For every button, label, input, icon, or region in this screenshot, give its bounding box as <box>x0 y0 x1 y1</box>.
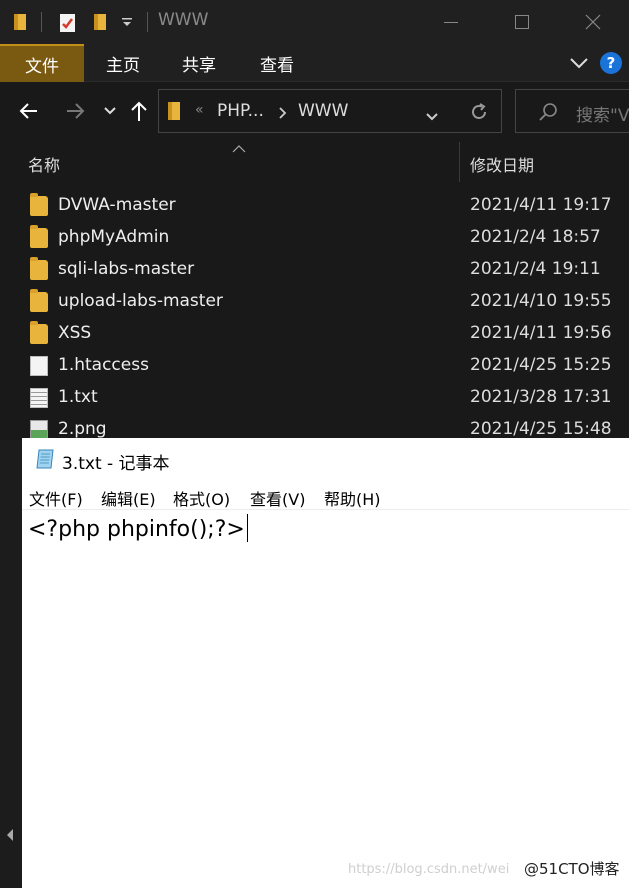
breadcrumb-www[interactable]: WWW <box>298 101 348 121</box>
text-cursor <box>246 514 248 542</box>
file-row[interactable]: DVWA-master 2021/4/11 19:17 <box>0 190 629 222</box>
notepad-icon <box>34 448 56 470</box>
file-date: 2021/2/4 19:11 <box>470 259 601 279</box>
file-row[interactable]: 1.htaccess 2021/4/25 15:25 <box>0 350 629 382</box>
folder-icon <box>30 225 48 248</box>
column-divider[interactable] <box>459 142 460 182</box>
file-icon <box>30 356 48 376</box>
column-header-date-modified[interactable]: 修改日期 <box>470 152 534 176</box>
file-date: 2021/4/11 19:56 <box>470 323 612 343</box>
file-name: 1.htaccess <box>58 355 149 375</box>
close-button[interactable] <box>575 6 611 38</box>
file-name: phpMyAdmin <box>58 227 170 247</box>
properties-icon[interactable] <box>58 12 78 38</box>
file-name: XSS <box>58 323 92 343</box>
file-name: 2.png <box>58 419 107 439</box>
file-date: 2021/4/11 19:17 <box>470 195 612 215</box>
menu-format[interactable]: 格式(O) <box>173 486 230 510</box>
forward-arrow-icon[interactable] <box>60 96 90 126</box>
file-row[interactable]: upload-labs-master 2021/4/10 19:55 <box>0 286 629 318</box>
column-headers: 名称 修改日期 <box>0 142 629 182</box>
folder-icon <box>30 321 48 344</box>
menu-file[interactable]: 文件(F) <box>29 486 83 510</box>
column-header-name[interactable]: 名称 <box>28 152 60 176</box>
file-name: sqli-labs-master <box>58 259 195 279</box>
search-box[interactable]: 搜索"V <box>515 89 629 133</box>
file-date: 2021/3/28 17:31 <box>470 387 612 407</box>
folder-icon <box>167 101 183 125</box>
folder-icon <box>30 193 48 216</box>
file-name: DVWA-master <box>58 195 176 215</box>
menu-edit[interactable]: 编辑(E) <box>101 486 156 510</box>
maximize-button[interactable] <box>504 6 540 38</box>
tab-view[interactable]: 查看 <box>246 44 308 82</box>
address-dropdown-chevron-icon[interactable] <box>425 107 439 126</box>
menu-help[interactable]: 帮助(H) <box>324 486 381 510</box>
toolbar-divider <box>147 12 148 32</box>
notepad-window: 3.txt - 记事本 文件(F) 编辑(E) 格式(O) 查看(V) 帮助(H… <box>22 438 629 888</box>
toolbar-divider <box>41 12 42 32</box>
up-arrow-icon[interactable] <box>124 96 154 126</box>
scroll-left-arrow-icon[interactable] <box>5 828 15 846</box>
file-row[interactable]: phpMyAdmin 2021/2/4 18:57 <box>0 222 629 254</box>
ribbon-tabs: 文件 主页 共享 查看 <box>0 44 629 82</box>
file-row[interactable]: 1.txt 2021/3/28 17:31 <box>0 382 629 414</box>
back-arrow-icon[interactable] <box>14 96 44 126</box>
file-row[interactable]: XSS 2021/4/11 19:56 <box>0 318 629 350</box>
file-date: 2021/4/25 15:25 <box>470 355 612 375</box>
notepad-text-area[interactable]: <?php phpinfo();?> <box>28 514 248 542</box>
menu-view[interactable]: 查看(V) <box>250 486 305 510</box>
explorer-title-bar: WWW <box>0 0 629 44</box>
file-date: 2021/2/4 18:57 <box>470 227 601 247</box>
file-name: upload-labs-master <box>58 291 223 311</box>
notepad-menu-bar: 文件(F) 编辑(E) 格式(O) 查看(V) 帮助(H) <box>22 482 629 510</box>
watermark-url: https://blog.csdn.net/wei <box>348 862 510 877</box>
refresh-icon[interactable] <box>469 102 489 126</box>
help-icon[interactable]: ? <box>600 52 622 74</box>
file-date: 2021/4/25 15:48 <box>470 419 612 439</box>
minimize-button[interactable] <box>433 6 469 38</box>
breadcrumb-php[interactable]: PHP... <box>217 101 264 121</box>
text-file-icon <box>30 388 48 408</box>
address-bar[interactable]: « PHP... WWW <box>158 89 502 133</box>
recent-locations-chevron-icon[interactable] <box>95 96 125 126</box>
file-row[interactable]: sqli-labs-master 2021/2/4 19:11 <box>0 254 629 286</box>
horizontal-scrollbar-track[interactable] <box>0 440 22 888</box>
customize-toolbar-icon[interactable] <box>121 14 133 33</box>
notepad-title: 3.txt - 记事本 <box>62 454 170 474</box>
editor-content: <?php phpinfo();?> <box>28 517 245 542</box>
chevron-right-icon[interactable] <box>278 105 288 124</box>
breadcrumb-overflow[interactable]: « <box>195 102 204 118</box>
tab-home[interactable]: 主页 <box>92 44 154 82</box>
expand-ribbon-icon[interactable] <box>569 55 589 74</box>
folder-icon[interactable] <box>12 12 30 36</box>
tab-file[interactable]: 文件 <box>0 44 84 82</box>
folder-icon <box>30 257 48 280</box>
file-name: 1.txt <box>58 387 98 407</box>
new-folder-icon[interactable] <box>92 12 110 36</box>
search-placeholder: 搜索"V <box>576 106 629 126</box>
window-title: WWW <box>158 10 209 30</box>
notepad-title-bar: 3.txt - 记事本 <box>22 438 629 480</box>
search-icon <box>538 102 558 126</box>
image-file-icon <box>30 420 48 440</box>
file-date: 2021/4/10 19:55 <box>470 291 612 311</box>
brand-watermark: @51CTO博客 <box>524 860 620 878</box>
tab-share[interactable]: 共享 <box>168 44 230 82</box>
folder-icon <box>30 289 48 312</box>
